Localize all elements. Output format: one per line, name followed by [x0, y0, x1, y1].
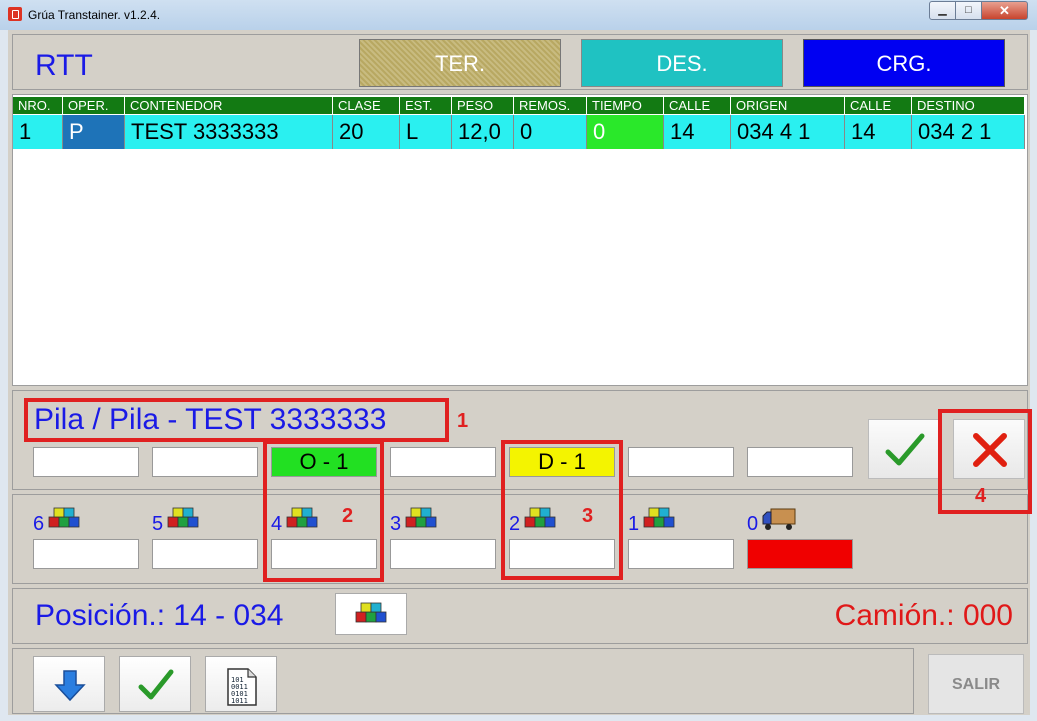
col-clase[interactable]: CLASE [333, 97, 400, 114]
table-row[interactable]: 1 P TEST 3333333 20 L 12,0 0 0 14 034 4 … [13, 115, 1025, 149]
cell-calle-origen: 14 [664, 115, 731, 149]
level-number: 0 [747, 513, 759, 535]
cell-est: L [400, 115, 452, 149]
col-nro[interactable]: NRO. [13, 97, 63, 114]
cell-oper: P [63, 115, 125, 149]
pila-box-7[interactable] [747, 447, 853, 477]
annotation-label-3: 3 [582, 505, 594, 527]
annotation-box-1 [24, 398, 449, 442]
pila-box-1[interactable] [33, 447, 139, 477]
header-panel: RTT TER. DES. CRG. [12, 34, 1028, 90]
annotation-label-4: 4 [975, 485, 987, 507]
checkmark-icon [138, 669, 174, 700]
cell-contenedor: TEST 3333333 [125, 115, 333, 149]
pila-box-2[interactable] [152, 447, 258, 477]
cell-destino: 034 2 1 [912, 115, 1025, 149]
truck-label: Camión.: 000 [834, 599, 1013, 632]
bottom-toolbar: 101 0011 0101 1011 [12, 648, 914, 714]
level-box-truck[interactable] [747, 539, 853, 569]
col-tiempo[interactable]: TIEMPO [587, 97, 664, 114]
cell-clase: 20 [333, 115, 400, 149]
binary-document-icon: 101 0011 0101 1011 [227, 668, 257, 706]
col-oper[interactable]: OPER. [63, 97, 125, 114]
annotation-label-1: 1 [457, 410, 469, 432]
cell-nro: 1 [13, 115, 63, 149]
col-est[interactable]: EST. [400, 97, 452, 114]
level-box-5[interactable] [152, 539, 258, 569]
container-stack-icon [355, 602, 387, 623]
col-peso[interactable]: PESO [452, 97, 514, 114]
app-label: RTT [35, 49, 93, 82]
window-title: Grúa Transtainer. v1.2.4. [28, 8, 161, 22]
pila-box-6[interactable] [628, 447, 734, 477]
annotation-box-3 [501, 440, 623, 580]
table-header: NRO. OPER. CONTENEDOR CLASE EST. PESO RE… [13, 97, 1025, 114]
pila-box-4[interactable] [390, 447, 496, 477]
window-titlebar: Grúa Transtainer. v1.2.4. ▁ □ ✕ [0, 0, 1037, 30]
truck-icon [762, 508, 796, 530]
container-stack-icon [48, 507, 80, 528]
container-stack-icon [405, 507, 437, 528]
col-remos[interactable]: REMOS. [514, 97, 587, 114]
exit-button[interactable]: SALIR [928, 654, 1024, 714]
col-destino[interactable]: DESTINO [912, 97, 1025, 114]
confirm-button[interactable] [868, 419, 940, 479]
cell-tiempo: 0 [587, 115, 664, 149]
col-contenedor[interactable]: CONTENEDOR [125, 97, 333, 114]
maximize-button[interactable]: □ [955, 1, 982, 20]
cell-remos: 0 [514, 115, 587, 149]
show-stack-button[interactable] [335, 593, 407, 635]
cell-calle-destino: 14 [845, 115, 912, 149]
tab-crg[interactable]: CRG. [803, 39, 1005, 87]
annotation-label-2: 2 [342, 505, 354, 527]
level-number: 1 [628, 513, 640, 535]
minimize-button[interactable]: ▁ [929, 1, 956, 20]
level-number: 3 [390, 513, 402, 535]
position-panel: Posición.: 14 - 034 Camión.: 000 [12, 588, 1028, 644]
level-number: 6 [33, 513, 45, 535]
cell-peso: 12,0 [452, 115, 514, 149]
down-arrow-icon [54, 670, 86, 702]
level-box-6[interactable] [33, 539, 139, 569]
container-stack-icon [643, 507, 675, 528]
binary-log-button[interactable]: 101 0011 0101 1011 [205, 656, 277, 712]
position-label: Posición.: 14 - 034 [35, 599, 284, 632]
annotation-box-2 [263, 440, 384, 582]
tab-des[interactable]: DES. [581, 39, 783, 87]
level-number: 5 [152, 513, 164, 535]
app-icon [8, 7, 22, 21]
cell-origen: 034 4 1 [731, 115, 845, 149]
level-box-3[interactable] [390, 539, 496, 569]
checkmark-icon [885, 433, 925, 466]
accept-button[interactable] [119, 656, 191, 712]
tab-ter[interactable]: TER. [359, 39, 561, 87]
container-stack-icon [167, 507, 199, 528]
movements-table: NRO. OPER. CONTENEDOR CLASE EST. PESO RE… [12, 94, 1028, 386]
close-window-button[interactable]: ✕ [981, 1, 1028, 20]
svg-text:1011: 1011 [231, 697, 248, 705]
col-calle-destino[interactable]: CALLE [845, 97, 912, 114]
move-down-button[interactable] [33, 656, 105, 712]
col-calle-origen[interactable]: CALLE [664, 97, 731, 114]
client-area: RTT TER. DES. CRG. NRO. OPER. CONTENEDOR… [8, 30, 1030, 715]
level-box-1[interactable] [628, 539, 734, 569]
col-origen[interactable]: ORIGEN [731, 97, 845, 114]
